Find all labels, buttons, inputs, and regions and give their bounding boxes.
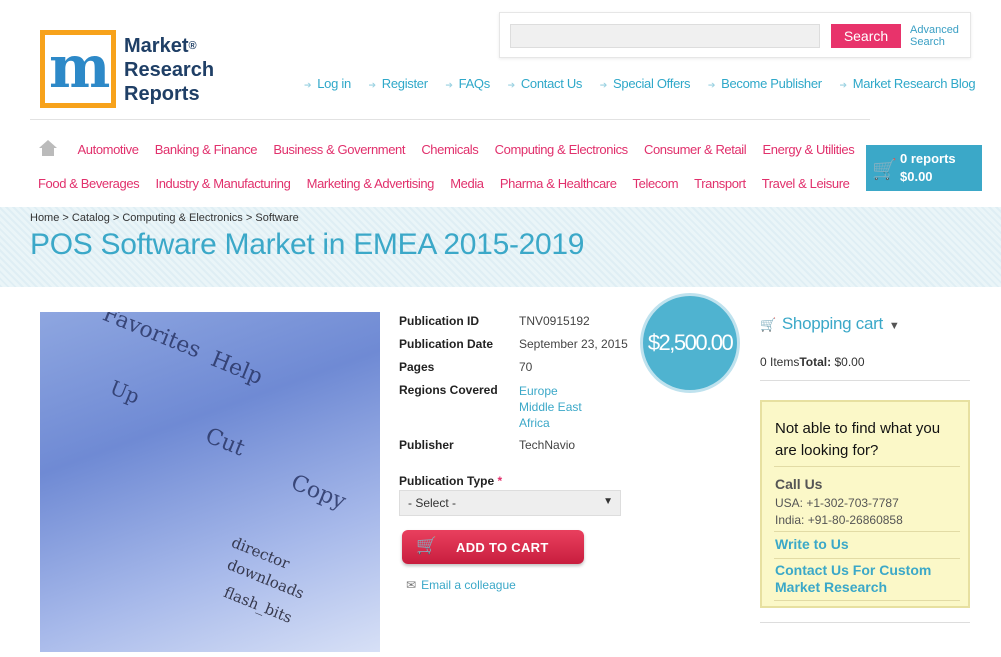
home-icon[interactable] bbox=[39, 140, 57, 156]
arrow-icon: ➔ bbox=[304, 80, 312, 90]
publication-type-select[interactable]: - Select - ▼ bbox=[399, 490, 621, 516]
region-middle-east[interactable]: Middle East bbox=[519, 399, 582, 415]
category-industry-manufacturing[interactable]: Industry & Manufacturing bbox=[156, 176, 291, 191]
register-link[interactable]: ➔ Register bbox=[368, 76, 429, 91]
region-europe[interactable]: Europe bbox=[519, 383, 582, 399]
advanced-search-link[interactable]: Advanced Search bbox=[910, 24, 970, 48]
call-us-heading: Call Us bbox=[775, 476, 823, 492]
category-travel-leisure[interactable]: Travel & Leisure bbox=[762, 176, 850, 191]
breadcrumb: Home > Catalog > Computing & Electronics… bbox=[30, 212, 299, 224]
header-divider bbox=[30, 119, 870, 120]
publication-type-label: Publication Type * bbox=[399, 474, 503, 488]
search-button[interactable]: Search bbox=[831, 24, 901, 48]
usa-phone: USA: +1-302-703-7787 bbox=[775, 496, 899, 510]
arrow-icon: ➔ bbox=[445, 80, 453, 90]
arrow-icon: ➔ bbox=[368, 80, 377, 90]
search-bar: Search Advanced Search bbox=[499, 12, 971, 58]
arrow-icon: ➔ bbox=[839, 80, 847, 90]
cart-icon: 🛒 bbox=[416, 536, 438, 555]
category-energy-utilities[interactable]: Energy & Utilities bbox=[763, 142, 855, 157]
category-media[interactable]: Media bbox=[450, 176, 484, 191]
add-to-cart-button[interactable]: 🛒 ADD TO CART bbox=[402, 530, 584, 564]
custom-research-link[interactable]: Contact Us For Custom Market Research bbox=[775, 562, 965, 596]
category-row-2: Food & Beverages Industry & Manufacturin… bbox=[38, 176, 862, 191]
header-cart-button[interactable]: 🛒 0 reports $0.00 bbox=[866, 145, 982, 191]
help-question: Not able to find what you are looking fo… bbox=[775, 420, 941, 459]
breadcrumb-catalog[interactable]: Catalog bbox=[72, 212, 110, 224]
shopping-cart-toggle[interactable]: 🛒 Shopping cart ▼ bbox=[760, 314, 900, 334]
category-row-1: Automotive Banking & Finance Business & … bbox=[30, 140, 867, 157]
category-banking-finance[interactable]: Banking & Finance bbox=[155, 142, 258, 157]
category-computing-electronics[interactable]: Computing & Electronics bbox=[495, 142, 629, 157]
contact-us-link[interactable]: ➔ Contact Us bbox=[508, 76, 583, 91]
chevron-down-icon: ▼ bbox=[888, 320, 900, 332]
category-automotive[interactable]: Automotive bbox=[78, 142, 139, 157]
login-link[interactable]: ➔ Log in bbox=[304, 76, 351, 91]
cart-icon: 🛒 bbox=[872, 159, 897, 181]
email-colleague-link[interactable]: ✉ Email a colleague bbox=[406, 578, 516, 592]
logo-mark: m bbox=[40, 30, 116, 108]
faqs-link[interactable]: ➔ FAQs bbox=[445, 76, 490, 91]
envelope-icon: ✉ bbox=[406, 578, 417, 592]
arrow-icon: ➔ bbox=[507, 80, 516, 90]
blog-link[interactable]: ➔ Market Research Blog bbox=[839, 76, 975, 91]
cart-icon: 🛒 bbox=[760, 317, 776, 332]
chevron-down-icon: ▼ bbox=[603, 496, 613, 507]
cart-divider bbox=[760, 380, 970, 381]
breadcrumb-computing-electronics[interactable]: Computing & Electronics bbox=[122, 212, 242, 224]
category-business-government[interactable]: Business & Government bbox=[273, 142, 405, 157]
category-pharma-healthcare[interactable]: Pharma & Healthcare bbox=[500, 176, 617, 191]
category-consumer-retail[interactable]: Consumer & Retail bbox=[644, 142, 747, 157]
help-box: Not able to find what you are looking fo… bbox=[760, 400, 970, 608]
become-publisher-link[interactable]: ➔ Become Publisher bbox=[708, 76, 822, 91]
sidebar-divider bbox=[760, 622, 970, 623]
region-africa[interactable]: Africa bbox=[519, 415, 582, 431]
product-image: Favorites Help Up Cut Copy director down… bbox=[40, 312, 380, 652]
breadcrumb-home[interactable]: Home bbox=[30, 212, 59, 224]
category-marketing-advertising[interactable]: Marketing & Advertising bbox=[307, 176, 435, 191]
arrow-icon: ➔ bbox=[599, 80, 608, 90]
price-badge: $2,500.00 bbox=[640, 293, 740, 393]
cart-report-count: 0 reports bbox=[900, 151, 956, 166]
category-chemicals[interactable]: Chemicals bbox=[421, 142, 478, 157]
site-logo[interactable]: m Market® Research Reports bbox=[40, 30, 215, 112]
special-offers-link[interactable]: ➔ Special Offers bbox=[599, 76, 691, 91]
category-transport[interactable]: Transport bbox=[694, 176, 746, 191]
category-telecom[interactable]: Telecom bbox=[633, 176, 679, 191]
arrow-icon: ➔ bbox=[707, 80, 716, 90]
category-food-beverages[interactable]: Food & Beverages bbox=[38, 176, 140, 191]
page-title: POS Software Market in EMEA 2015-2019 bbox=[30, 228, 585, 261]
cart-total: $0.00 bbox=[900, 169, 933, 184]
write-to-us-link[interactable]: Write to Us bbox=[775, 536, 965, 553]
top-nav: ➔ Log in ➔ Register ➔ FAQs ➔ Contact Us ➔ Spe… bbox=[290, 76, 980, 91]
search-input[interactable] bbox=[510, 24, 820, 48]
cart-summary: 0 ItemsTotal: $0.00 bbox=[760, 355, 865, 369]
logo-text: Market® Research Reports bbox=[124, 35, 215, 105]
india-phone: India: +91-80-26860858 bbox=[775, 513, 903, 527]
breadcrumb-software[interactable]: Software bbox=[255, 212, 298, 224]
